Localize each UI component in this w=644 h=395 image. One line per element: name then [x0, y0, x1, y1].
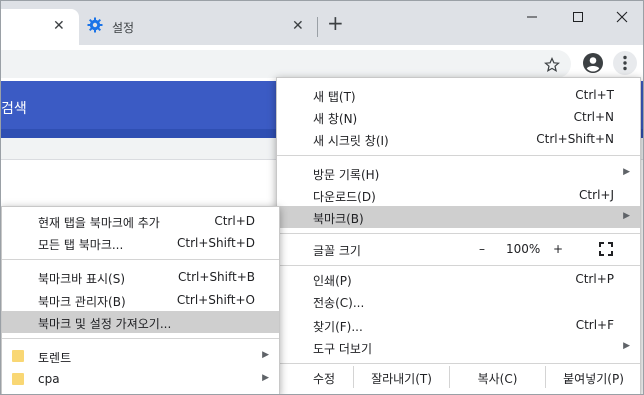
menu-item-label: 글꼴 크기 [313, 244, 361, 258]
menu-separator [277, 155, 640, 156]
menu-item-label: 인쇄(P) [313, 274, 352, 288]
browser-window: ✕ 설정 ✕ + 검색 새 탭(T) Ctrl+T 새 창(N) Ctrl+N … [0, 0, 644, 395]
zoom-out-button[interactable]: – [479, 242, 485, 256]
menu-item-edit: 수정 잘라내기(T) 복사(C) 붙여넣기(P) [277, 366, 640, 388]
submenu-arrow-icon: ▶ [262, 373, 269, 383]
menu-separator [2, 338, 279, 339]
more-vert-icon [623, 55, 627, 71]
close-window-button[interactable] [599, 5, 643, 29]
menu-item-find[interactable]: 찾기(F)... Ctrl+F [277, 314, 640, 336]
star-icon[interactable] [544, 57, 560, 73]
submenu-arrow-icon: ▶ [623, 167, 630, 177]
bookmark-menu-manager[interactable]: 북마크 관리자(B) Ctrl+Shift+O [2, 289, 279, 311]
menu-item-label: 새 시크릿 창(I) [313, 134, 389, 148]
copy-button[interactable]: 복사(C) [449, 366, 545, 388]
close-icon [616, 11, 628, 23]
minimize-button[interactable] [509, 5, 555, 29]
menu-item-shortcut: Ctrl+F [575, 318, 614, 332]
zoom-in-button[interactable]: + [553, 242, 563, 256]
maximize-button[interactable] [555, 5, 601, 29]
menu-item-shortcut: Ctrl+Shift+N [536, 132, 614, 146]
menu-item-label: 북마크바 표시(S) [38, 272, 126, 286]
menu-separator [277, 363, 640, 364]
folder-icon [12, 350, 24, 362]
bookmark-folder-label: cpa [38, 372, 60, 386]
tab-settings[interactable]: 설정 ✕ [79, 9, 317, 45]
menu-item-print[interactable]: 인쇄(P) Ctrl+P [277, 268, 640, 290]
menu-item-label: 새 탭(T) [313, 90, 356, 104]
menu-item-label: 모든 탭 북마크... [38, 238, 124, 252]
submenu-arrow-icon: ▶ [623, 211, 630, 221]
menu-item-bookmarks[interactable]: 북마크(B) ▶ [277, 206, 640, 228]
maximize-icon [573, 12, 583, 22]
menu-item-new-tab[interactable]: 새 탭(T) Ctrl+T [277, 84, 640, 106]
bookmark-folder-item[interactable]: 토렌트 ▶ [2, 345, 279, 367]
menu-item-label: 현재 탭을 북마크에 추가 [38, 216, 160, 230]
menu-item-label: 도구 더보기 [313, 342, 373, 356]
menu-item-shortcut: Ctrl+T [575, 88, 614, 102]
menu-item-label: 찾기(F)... [313, 320, 363, 334]
edit-label: 수정 [313, 372, 336, 386]
zoom-level: 100% [506, 242, 541, 256]
menu-item-incognito[interactable]: 새 시크릿 창(I) Ctrl+Shift+N [277, 128, 640, 150]
menu-button[interactable] [613, 51, 637, 75]
folder-icon [12, 373, 24, 385]
menu-item-shortcut: Ctrl+J [579, 188, 614, 202]
menu-item-label: 북마크(B) [313, 212, 364, 226]
bookmark-menu-show-bar[interactable]: 북마크바 표시(S) Ctrl+Shift+B [2, 266, 279, 288]
bookmark-folder-label: 토렌트 [38, 351, 72, 365]
menu-separator [277, 233, 640, 234]
tab-separator [317, 17, 318, 37]
menu-item-shortcut: Ctrl+D [214, 214, 255, 228]
bookmark-menu-add-current[interactable]: 현재 탭을 북마크에 추가 Ctrl+D [2, 210, 279, 232]
menu-item-shortcut: Ctrl+P [575, 272, 614, 286]
profile-button[interactable] [581, 51, 605, 75]
submenu-arrow-icon: ▶ [623, 341, 630, 351]
toolbar [1, 45, 643, 81]
menu-separator [277, 265, 640, 266]
tab-strip: ✕ 설정 ✕ + [1, 1, 643, 45]
menu-item-label: 새 창(N) [313, 112, 358, 126]
menu-item-downloads[interactable]: 다운로드(D) Ctrl+J [277, 184, 640, 206]
paste-button[interactable]: 붙여넣기(P) [545, 366, 641, 388]
menu-item-label: 북마크 및 설정 가져오기... [38, 317, 172, 331]
tab-title: 설정 [112, 21, 135, 35]
new-tab-button[interactable]: + [327, 13, 344, 33]
menu-item-shortcut: Ctrl+Shift+D [177, 236, 255, 250]
main-menu: 새 탭(T) Ctrl+T 새 창(N) Ctrl+N 새 시크릿 창(I) C… [276, 77, 641, 394]
menu-item-font-size: 글꼴 크기 – 100% + [277, 238, 640, 260]
bookmarks-submenu: 현재 탭을 북마크에 추가 Ctrl+D 모든 탭 북마크... Ctrl+Sh… [1, 206, 280, 394]
menu-item-shortcut: Ctrl+Shift+B [178, 270, 255, 284]
menu-item-history[interactable]: 방문 기록(H) ▶ [277, 162, 640, 184]
address-bar[interactable] [1, 50, 571, 78]
menu-item-more-tools[interactable]: 도구 더보기 ▶ [277, 336, 640, 358]
submenu-arrow-icon: ▶ [262, 350, 269, 360]
gear-icon [87, 17, 103, 33]
menu-item-label: 방문 기록(H) [313, 168, 380, 182]
menu-item-label: 전송(C)... [313, 296, 365, 310]
bookmark-folder-item[interactable]: cpa ▶ [2, 368, 279, 390]
menu-item-new-window[interactable]: 새 창(N) Ctrl+N [277, 106, 640, 128]
tab-close-icon[interactable]: ✕ [292, 18, 304, 34]
menu-item-label: 다운로드(D) [313, 190, 376, 204]
bookmark-menu-all-tabs[interactable]: 모든 탭 북마크... Ctrl+Shift+D [2, 232, 279, 254]
menu-item-shortcut: Ctrl+Shift+O [176, 293, 255, 307]
page-header-title: 검색 [1, 101, 27, 117]
minimize-icon [527, 16, 537, 18]
tab-active[interactable]: ✕ [1, 9, 79, 45]
tab-close-icon[interactable]: ✕ [53, 18, 65, 34]
menu-item-cast[interactable]: 전송(C)... [277, 290, 640, 312]
menu-item-shortcut: Ctrl+N [573, 110, 614, 124]
bookmark-menu-import[interactable]: 북마크 및 설정 가져오기... [2, 311, 279, 333]
cut-button[interactable]: 잘라내기(T) [353, 366, 449, 388]
fullscreen-icon[interactable] [599, 242, 613, 256]
menu-item-label: 북마크 관리자(B) [38, 295, 126, 309]
menu-separator [2, 259, 279, 260]
account-icon [583, 53, 603, 73]
